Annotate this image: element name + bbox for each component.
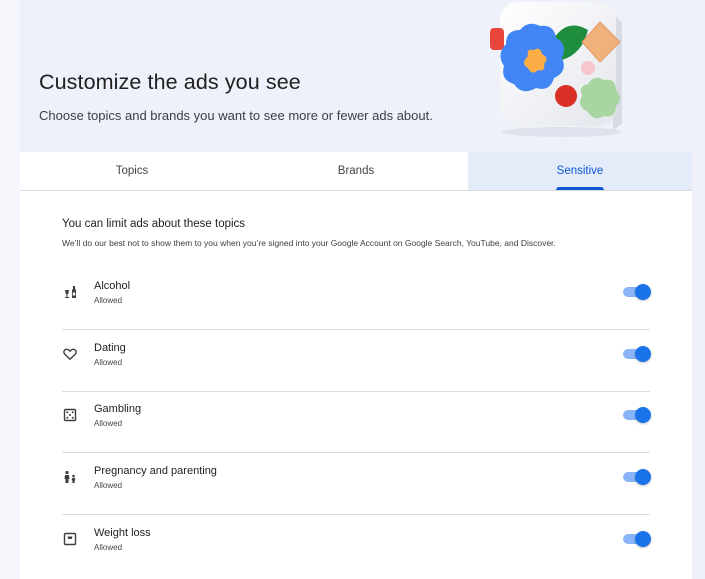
dating-toggle[interactable]: [622, 345, 652, 363]
topic-status: Allowed: [94, 419, 123, 428]
weight-loss-toggle[interactable]: [622, 530, 652, 548]
topic-status: Allowed: [94, 296, 123, 305]
topic-row-dating: Dating Allowed: [62, 329, 652, 392]
tab-brands-label: Brands: [337, 165, 375, 177]
topic-row-pregnancy-parenting: Pregnancy and parenting Allowed: [62, 452, 652, 515]
topic-name: Gambling: [94, 403, 142, 415]
toggle-thumb: [635, 346, 651, 362]
section-description: We’ll do our best not to show them to yo…: [62, 238, 556, 248]
header-banner: Customize the ads you see Choose topics …: [20, 0, 692, 152]
toggle-thumb: [635, 284, 651, 300]
toggle-thumb: [635, 531, 651, 547]
scale-icon: [62, 531, 78, 547]
sensitive-topics-panel: You can limit ads about these topics We’…: [20, 191, 692, 579]
parent-child-icon: [62, 469, 78, 485]
topic-status: Allowed: [94, 543, 123, 552]
right-gutter: [692, 0, 705, 579]
tab-brands[interactable]: Brands: [244, 152, 468, 190]
active-tab-indicator: [556, 187, 604, 190]
topic-row-weight-loss: Weight loss Allowed: [62, 514, 652, 576]
toggle-thumb: [635, 469, 651, 485]
tab-bar: Topics Brands Sensitive: [20, 152, 692, 191]
topic-status: Allowed: [94, 481, 123, 490]
pregnancy-parenting-toggle[interactable]: [622, 468, 652, 486]
topic-name: Weight loss: [94, 527, 151, 539]
gambling-toggle[interactable]: [622, 406, 652, 424]
page-title: Customize the ads you see: [39, 70, 301, 94]
dice-icon: [62, 407, 78, 423]
tab-sensitive[interactable]: Sensitive: [468, 152, 692, 190]
ads-settings-page: Customize the ads you see Choose topics …: [0, 0, 705, 579]
tab-sensitive-label: Sensitive: [556, 165, 604, 177]
page-subtitle: Choose topics and brands you want to see…: [39, 108, 433, 123]
toggle-thumb: [635, 407, 651, 423]
topic-name: Dating: [94, 342, 126, 354]
section-title: You can limit ads about these topics: [62, 218, 246, 230]
shape-sorter-illustration: [470, 0, 630, 140]
left-gutter: [0, 0, 20, 579]
topic-row-gambling: Gambling Allowed: [62, 390, 652, 453]
topic-status: Allowed: [94, 358, 123, 367]
heart-icon: [62, 346, 78, 362]
alcohol-icon: [62, 284, 78, 300]
topic-row-alcohol: Alcohol Allowed: [62, 267, 652, 330]
topic-name: Pregnancy and parenting: [94, 465, 217, 477]
tab-topics[interactable]: Topics: [20, 152, 244, 190]
topic-name: Alcohol: [94, 280, 131, 292]
tab-topics-label: Topics: [115, 165, 149, 177]
alcohol-toggle[interactable]: [622, 283, 652, 301]
